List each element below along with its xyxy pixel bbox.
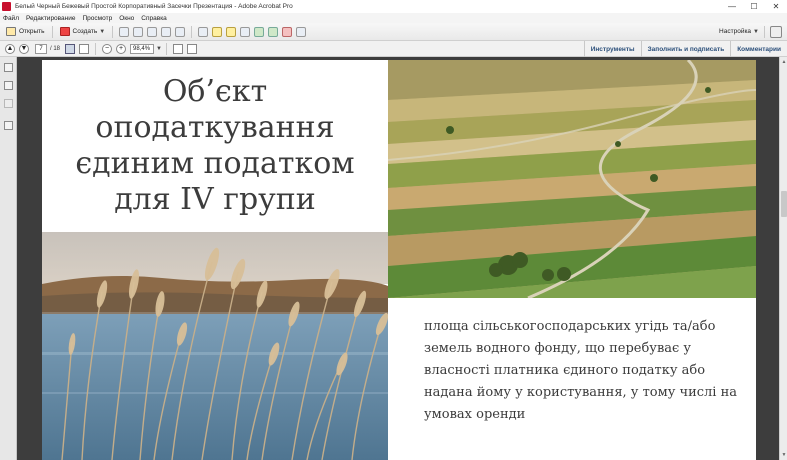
acrobat-icon — [2, 2, 11, 11]
description-line: надана йому у користування, у тому числі… — [424, 385, 738, 400]
page-thumbnails-icon[interactable] — [4, 63, 13, 72]
farmland-aerial-photo — [388, 60, 756, 298]
toolbar-separator — [95, 42, 97, 55]
pdf-page: Об’єкт оподаткування єдиним податком для… — [42, 60, 756, 460]
slide-description: площа сільськогосподарських угідь та/або… — [388, 298, 756, 460]
close-button[interactable]: ✕ — [765, 0, 787, 13]
window-controls: — ☐ ✕ — [721, 0, 787, 13]
left-navigation-panel — [0, 57, 17, 460]
zoom-level-field[interactable]: 98,4% — [130, 43, 155, 54]
main-toolbar: Открыть Создать ▼ Настройка ▼ — [0, 23, 787, 41]
tab-comments[interactable]: Комментарии — [730, 41, 787, 57]
description-line: умовах оренди — [424, 407, 526, 422]
scrollbar-thumb[interactable] — [781, 191, 787, 217]
description-line: площа сільськогосподарських угідь та/або — [424, 319, 716, 334]
window-title: Белый Черный Бежевый Простой Корпоративн… — [15, 3, 293, 10]
hand-tool-icon[interactable] — [79, 43, 90, 54]
navigation-toolbar: ▲ ▼ 7 / 18 − + 98,4% ▼ Инструменты Запол… — [0, 41, 787, 57]
zoom-out-button[interactable]: − — [102, 43, 113, 54]
email-icon[interactable] — [175, 26, 186, 37]
settings-label: Настройка — [719, 28, 752, 35]
zoom-dropdown-icon[interactable]: ▼ — [156, 46, 162, 52]
menu-help[interactable]: Справка — [141, 15, 167, 22]
cloud-upload-icon[interactable] — [133, 26, 144, 37]
layers-icon[interactable] — [4, 121, 13, 130]
page-number-input[interactable]: 7 — [35, 43, 47, 54]
combine-icon[interactable] — [268, 26, 279, 37]
page-total: / 18 — [50, 45, 61, 52]
farmland-illustration — [388, 60, 756, 298]
slide-title: Об’єкт оподаткування єдиним податком для… — [42, 60, 388, 232]
reeds-lake-photo — [42, 232, 388, 460]
full-screen-icon[interactable] — [186, 43, 197, 54]
highlight-icon[interactable] — [226, 26, 237, 37]
toolbar-separator — [165, 42, 167, 55]
scroll-down-icon[interactable]: ▼ — [781, 452, 787, 458]
slide-title-line: для IV групи — [114, 182, 316, 217]
tab-tools[interactable]: Инструменты — [583, 41, 641, 57]
zoom-in-button[interactable]: + — [116, 43, 127, 54]
open-label: Открыть — [19, 28, 45, 35]
right-panel-tabs: Инструменты Заполнить и подписать Коммен… — [583, 41, 787, 57]
comment-icon[interactable] — [212, 26, 223, 37]
folder-icon — [6, 27, 16, 36]
edit-icon[interactable] — [161, 26, 172, 37]
next-page-button[interactable]: ▼ — [19, 43, 29, 54]
previous-page-button[interactable]: ▲ — [5, 43, 15, 54]
vertical-scrollbar[interactable]: ▲ ▼ — [779, 57, 787, 460]
menu-view[interactable]: Просмотр — [83, 15, 113, 22]
toolbar-separator — [51, 25, 53, 38]
chevron-down-icon: ▼ — [753, 29, 759, 35]
toolbar-separator — [112, 25, 114, 38]
sign-icon[interactable] — [240, 26, 251, 37]
document-viewer[interactable]: Об’єкт оподаткування єдиним податком для… — [17, 57, 779, 460]
bookmarks-icon[interactable] — [4, 81, 13, 90]
menu-bar: Файл Редактирование Просмотр Окно Справк… — [0, 13, 787, 23]
create-button[interactable]: Создать ▼ — [57, 25, 109, 39]
fit-page-icon[interactable] — [172, 43, 183, 54]
minimize-button[interactable]: — — [721, 0, 743, 13]
description-line: власності платника єдиного податку або — [424, 363, 706, 378]
settings-gear-icon[interactable] — [198, 26, 209, 37]
save-icon[interactable] — [119, 26, 130, 37]
redact-icon[interactable] — [282, 26, 293, 37]
description-line: земель водного фонду, що перебуває у — [424, 341, 692, 356]
toolbar-separator — [191, 25, 193, 38]
export-icon[interactable] — [254, 26, 265, 37]
tab-fill-sign[interactable]: Заполнить и подписать — [640, 41, 731, 57]
scroll-up-icon[interactable]: ▲ — [781, 59, 787, 65]
select-tool-icon[interactable] — [65, 43, 76, 54]
title-bar: Белый Черный Бежевый Простой Корпоративн… — [0, 0, 787, 13]
print-icon[interactable] — [147, 26, 158, 37]
signatures-icon[interactable] — [4, 99, 13, 108]
create-pdf-icon — [59, 27, 70, 36]
slide-title-line: Об’єкт — [162, 74, 268, 109]
menu-window[interactable]: Окно — [119, 15, 134, 22]
open-button[interactable]: Открыть — [3, 25, 48, 39]
settings-dropdown[interactable]: Настройка ▼ — [719, 28, 759, 35]
expand-tools-icon[interactable] — [770, 26, 782, 38]
toolbar-separator — [764, 26, 765, 38]
create-label: Создать — [72, 28, 98, 35]
share-icon[interactable] — [296, 26, 307, 37]
maximize-button[interactable]: ☐ — [743, 0, 765, 13]
slide-title-line: оподаткування — [95, 110, 335, 145]
slide-title-line: єдиним податком — [75, 146, 355, 181]
menu-file[interactable]: Файл — [3, 15, 19, 22]
reeds-lake-illustration — [42, 232, 388, 460]
chevron-down-icon: ▼ — [99, 28, 106, 35]
menu-edit[interactable]: Редактирование — [26, 15, 76, 22]
